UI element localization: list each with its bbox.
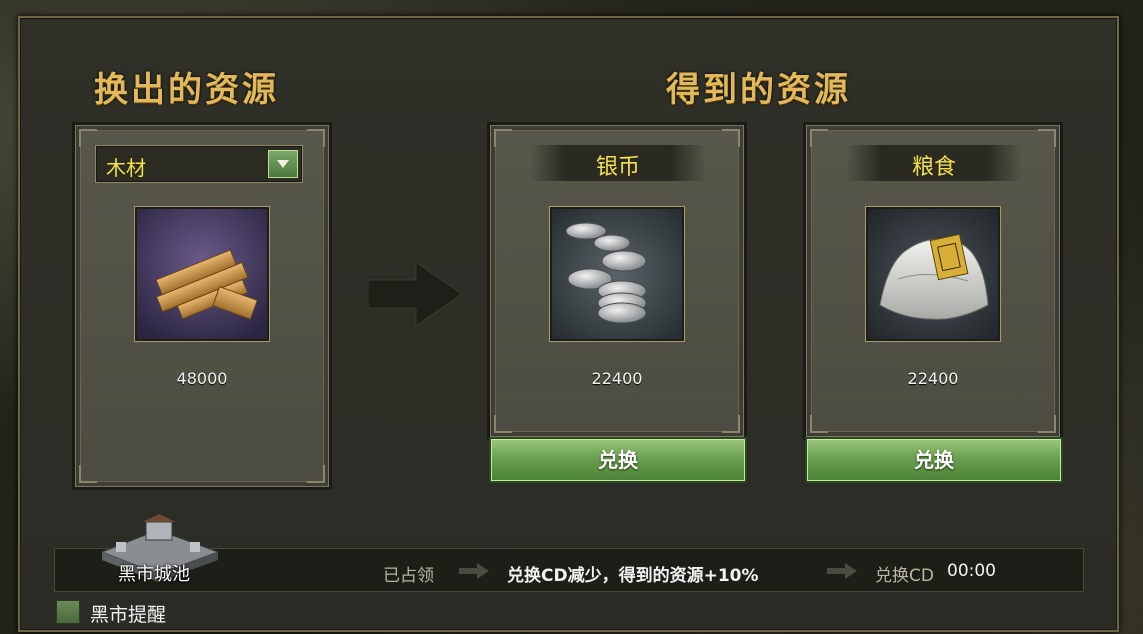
bonus-text: 兑换CD减少，得到的资源+10% bbox=[507, 566, 759, 586]
silver-amount: 22400 bbox=[591, 369, 643, 388]
resource-dropdown[interactable]: 木材 bbox=[95, 145, 303, 183]
silver-title-bar: 银币 bbox=[530, 145, 706, 181]
cd-label: 兑换CD bbox=[875, 566, 934, 586]
arrow-right-icon bbox=[459, 563, 489, 579]
exchange-silver-button[interactable]: 兑换 bbox=[489, 437, 747, 483]
chevron-down-icon[interactable] bbox=[268, 150, 298, 178]
arrow-right-icon bbox=[368, 262, 463, 326]
silver-title: 银币 bbox=[595, 155, 640, 180]
grain-resource-card: 粮食 22400 bbox=[803, 122, 1063, 440]
reminder-label: 黑市提醒 bbox=[90, 604, 167, 626]
resource-dropdown-value: 木材 bbox=[106, 156, 146, 180]
occupied-status: 已占领 bbox=[383, 566, 434, 586]
exchange-grain-button[interactable]: 兑换 bbox=[805, 437, 1063, 483]
silver-coins-icon bbox=[550, 207, 684, 341]
arrow-right-icon bbox=[827, 563, 857, 579]
give-amount: 48000 bbox=[176, 369, 228, 388]
exchange-in-title: 得到的资源 bbox=[666, 70, 851, 110]
grain-sack-icon bbox=[866, 207, 1000, 341]
city-label: 黑市城池 bbox=[118, 564, 190, 585]
reminder-checkbox[interactable] bbox=[56, 600, 80, 624]
cd-time: 00:00 bbox=[947, 561, 996, 581]
grain-title-bar: 粮食 bbox=[846, 145, 1022, 181]
wood-planks-icon bbox=[135, 207, 269, 341]
exchange-out-title: 换出的资源 bbox=[94, 70, 279, 110]
grain-amount: 22400 bbox=[907, 369, 959, 388]
grain-title: 粮食 bbox=[911, 155, 956, 180]
silver-resource-card: 银币 22400 bbox=[487, 122, 747, 440]
give-resource-card: 木材 48000 bbox=[72, 122, 332, 490]
